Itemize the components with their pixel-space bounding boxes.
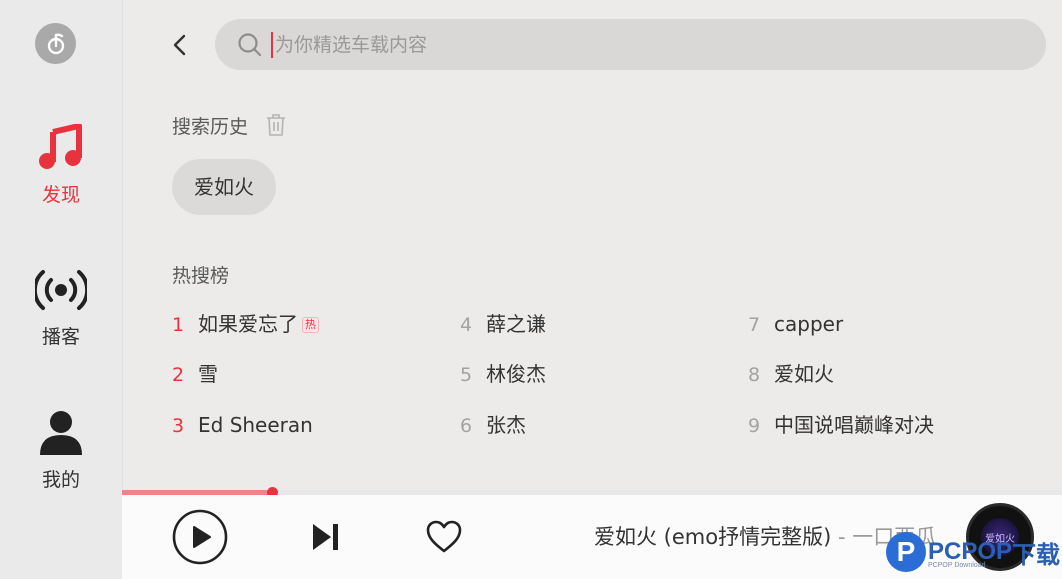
watermark-sub: PCPOP Download (928, 562, 986, 569)
hot-title: 如果爱忘了 (198, 312, 298, 336)
app-logo-icon[interactable] (35, 23, 76, 64)
skip-next-icon[interactable] (310, 522, 340, 552)
sidebar-item-podcast[interactable]: 播客 (0, 268, 122, 349)
hot-rank: 5 (460, 364, 473, 386)
hot-title: 中国说唱巅峰对决 (774, 413, 934, 437)
hot-rank: 1 (172, 314, 185, 336)
hot-title: 薛之谦 (486, 312, 546, 336)
hot-rank: 9 (748, 415, 761, 437)
watermark-suffix: 下载 (1012, 541, 1061, 569)
sidebar-item-label: 我的 (41, 469, 80, 491)
hot-rank: 2 (172, 364, 185, 386)
music-note-icon (39, 124, 82, 169)
trash-icon[interactable] (265, 113, 287, 137)
hot-search-item[interactable]: 5 林俊杰 (460, 359, 546, 389)
hot-title: 雪 (198, 362, 218, 386)
search-input[interactable] (273, 27, 1017, 63)
hot-title: Ed Sheeran (198, 413, 313, 437)
watermark-logo: P PCPOP 下载 PCPOP Download (886, 528, 1060, 576)
hot-badge: 热 (302, 317, 319, 333)
sidebar-item-label: 发现 (41, 184, 80, 206)
hot-rank: 8 (748, 364, 761, 386)
hot-rank: 7 (748, 314, 761, 336)
hot-title: 爱如火 (774, 362, 834, 386)
search-bar[interactable] (215, 19, 1046, 70)
now-playing-info[interactable]: 爱如火 (emo抒情完整版) - 一口西瓜 (594, 521, 936, 551)
hot-search-item[interactable]: 2雪 (172, 359, 218, 389)
hot-search-item[interactable]: 9 中国说唱巅峰对决 (748, 410, 934, 440)
hot-title: capper (774, 312, 844, 336)
sidebar-item-mine[interactable]: 我的 (0, 409, 122, 492)
heart-icon[interactable] (425, 519, 463, 555)
search-icon (238, 33, 262, 57)
hot-search-title: 热搜榜 (172, 265, 230, 287)
sidebar: 发现 播客 我的 (0, 0, 123, 579)
hot-search-item[interactable]: 8 爱如火 (748, 359, 834, 389)
hot-title: 张杰 (486, 413, 526, 437)
back-arrow-icon[interactable] (170, 30, 190, 60)
hot-search-item[interactable]: 1 如果爱忘了热 (172, 309, 319, 339)
hot-rank: 4 (460, 314, 473, 336)
song-title: 爱如火 (emo抒情完整版) (594, 525, 832, 549)
search-page: 搜索历史 爱如火 热搜榜 1 如果爱忘了热 2雪 3 Ed Sheeran 4 薛之谦… (123, 0, 1062, 490)
play-icon[interactable] (172, 509, 228, 565)
hot-search-item[interactable]: 4 薛之谦 (460, 309, 546, 339)
pcpop-logo-icon: P (886, 532, 926, 572)
podcast-broadcast-icon (35, 270, 87, 310)
hot-search-item[interactable]: 7 capper (748, 309, 843, 339)
history-chip[interactable]: 爱如火 (172, 159, 276, 215)
sidebar-item-discover[interactable]: 发现 (0, 124, 122, 207)
sidebar-item-label: 播客 (41, 326, 80, 348)
hot-title: 林俊杰 (486, 362, 546, 386)
user-icon (40, 411, 82, 455)
hot-rank: 3 (172, 415, 185, 437)
hot-search-item[interactable]: 3 Ed Sheeran (172, 410, 313, 440)
hot-rank: 6 (460, 415, 473, 437)
search-history-title: 搜索历史 (172, 116, 249, 138)
hot-search-item[interactable]: 6 张杰 (460, 410, 526, 440)
